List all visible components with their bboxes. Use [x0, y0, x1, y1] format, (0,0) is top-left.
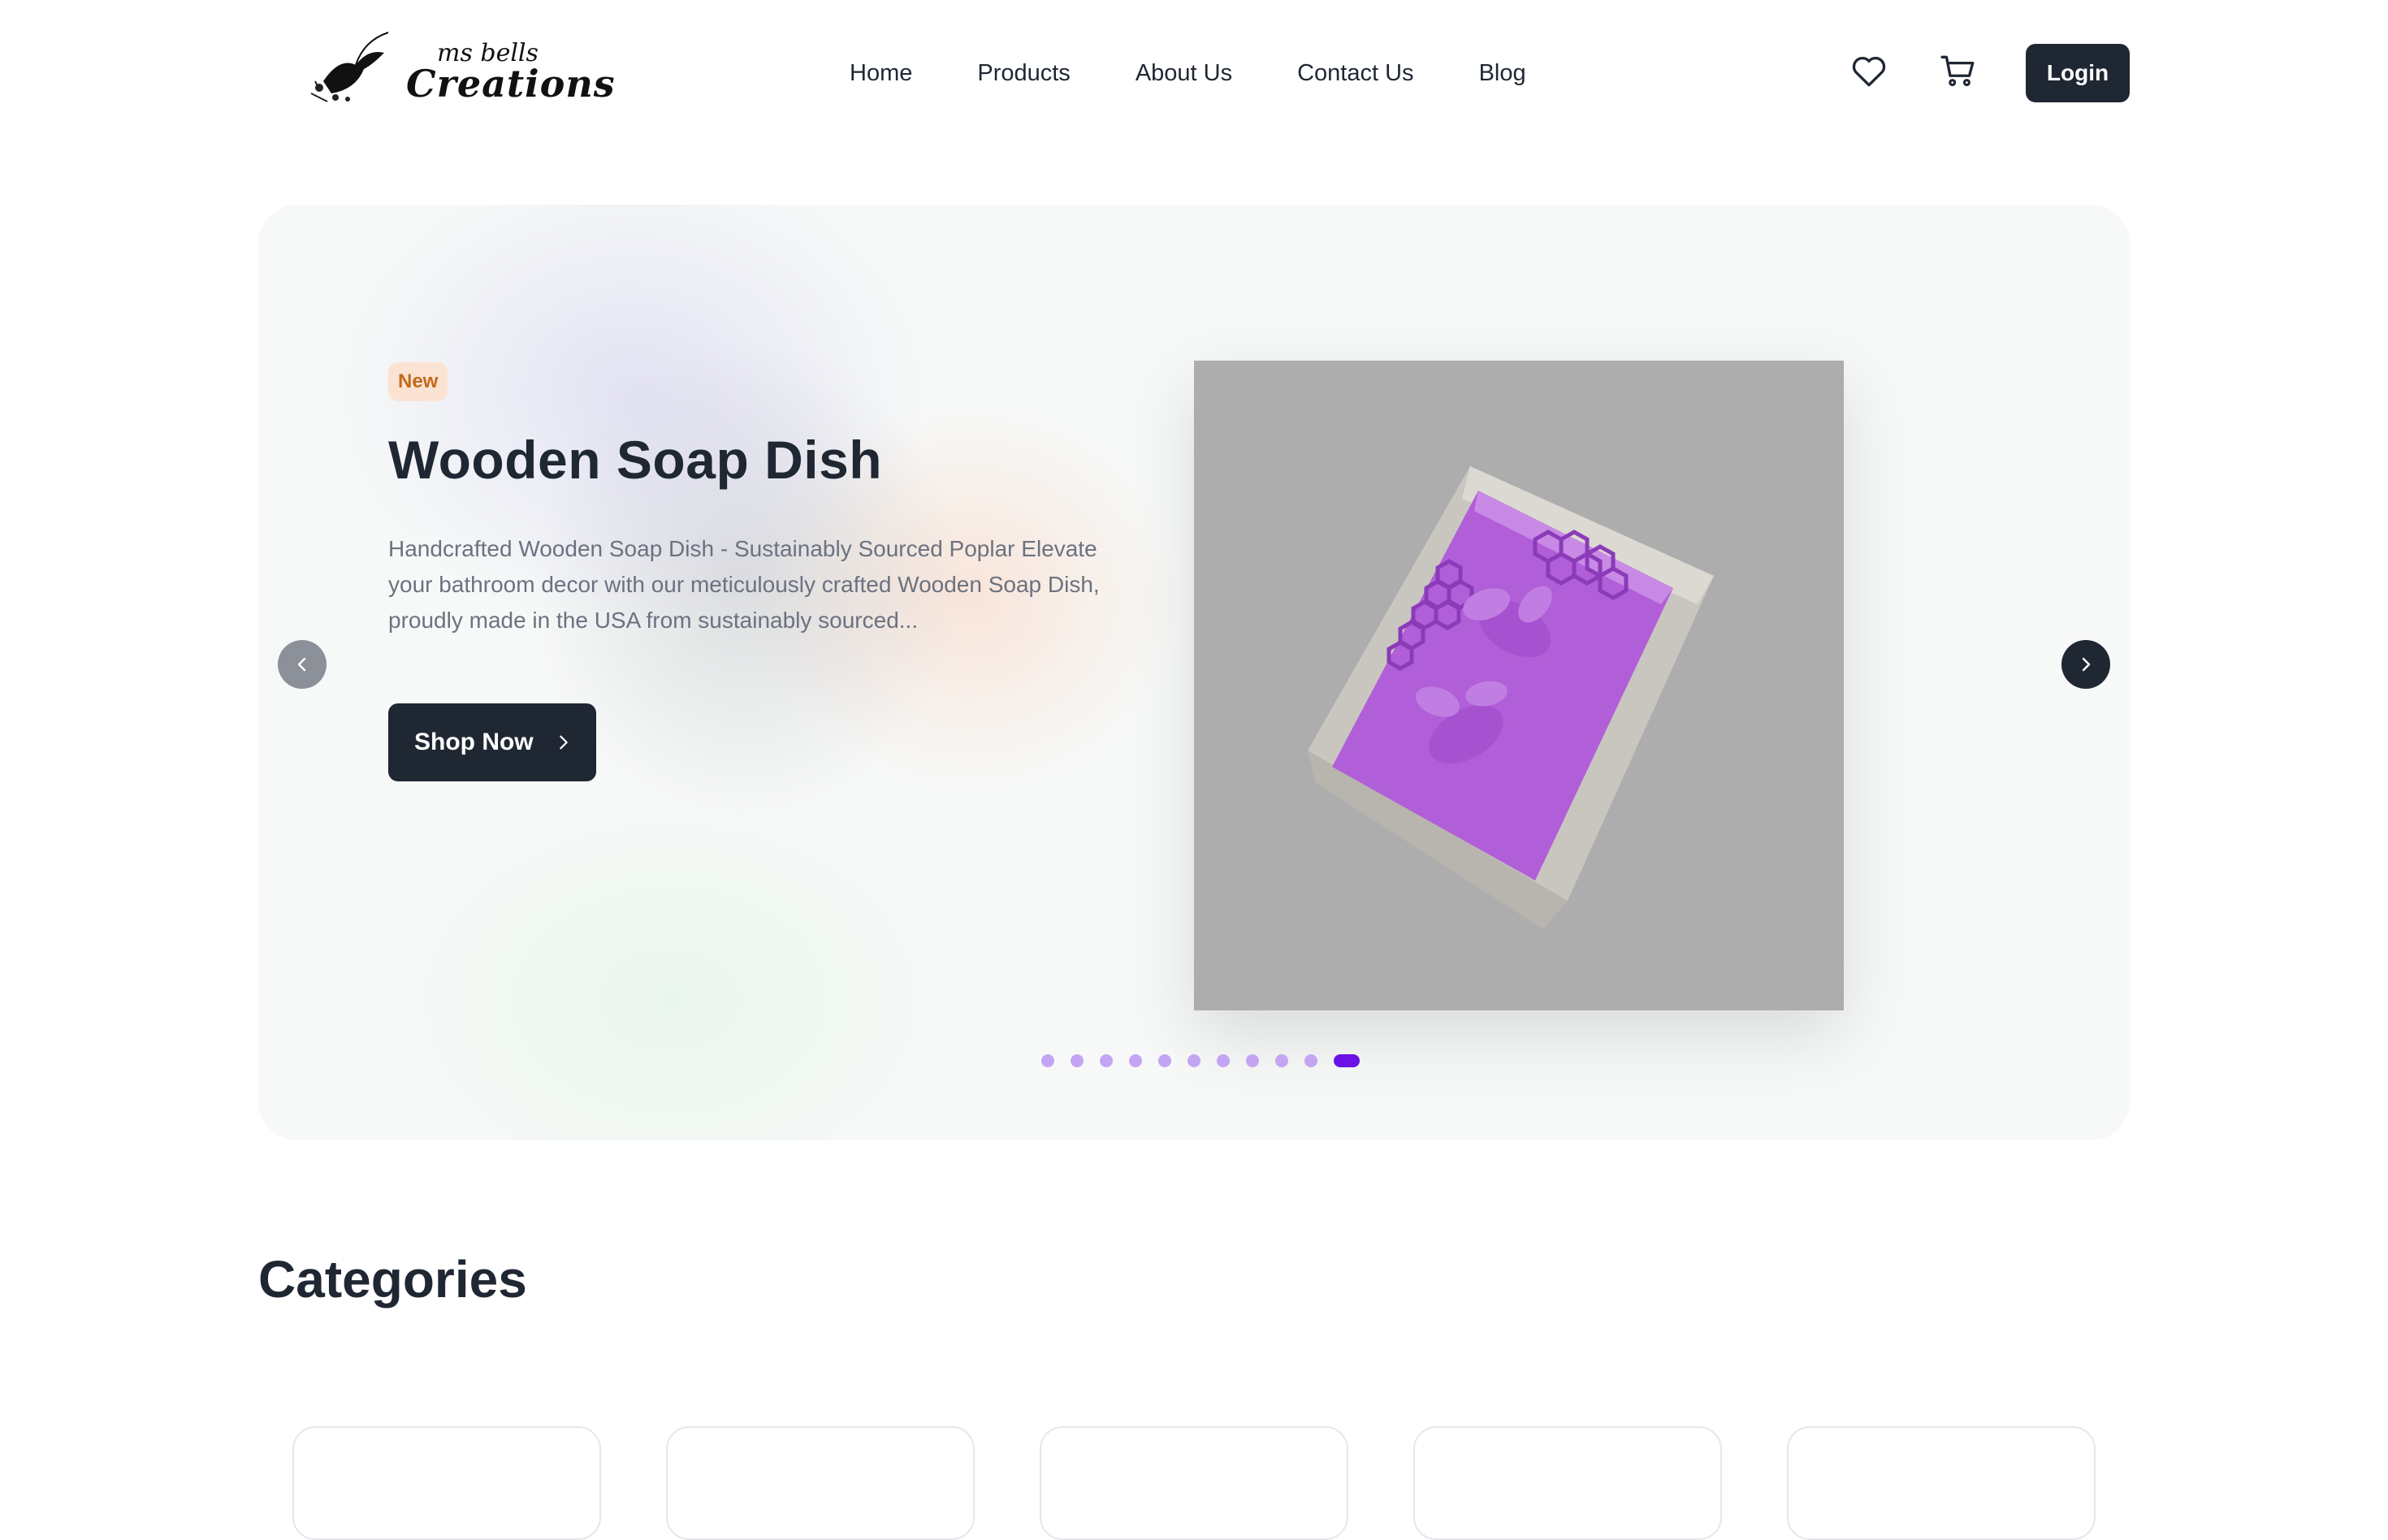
category-card[interactable]: [1787, 1426, 2096, 1540]
nav-home[interactable]: Home: [850, 58, 912, 88]
carousel-pagination: [1041, 1054, 1360, 1067]
main-nav: Home Products About Us Contact Us Blog: [850, 58, 1591, 88]
product-image[interactable]: [1194, 361, 1844, 1010]
carousel-dot-2[interactable]: [1071, 1054, 1084, 1067]
category-card[interactable]: [292, 1426, 601, 1540]
carousel-dot-5[interactable]: [1158, 1054, 1171, 1067]
hummingbird-logo-icon: [310, 32, 389, 102]
carousel-dot-3[interactable]: [1100, 1054, 1113, 1067]
cart-icon[interactable]: [1938, 50, 1979, 91]
site-header: ms bells Creations Home Products About U…: [0, 0, 2388, 146]
logo-title: Creations: [406, 62, 616, 106]
carousel-next-button[interactable]: [2061, 640, 2110, 689]
new-badge: New: [388, 362, 448, 401]
carousel-dot-8[interactable]: [1246, 1054, 1259, 1067]
carousel-dot-1[interactable]: [1041, 1054, 1054, 1067]
hero-title: Wooden Soap Dish: [388, 430, 883, 490]
categories-title: Categories: [258, 1250, 527, 1309]
carousel-dot-10[interactable]: [1304, 1054, 1317, 1067]
carousel-dot-11[interactable]: [1334, 1054, 1360, 1067]
nav-products[interactable]: Products: [977, 58, 1070, 88]
chevron-left-icon: [297, 657, 306, 672]
category-card[interactable]: [1040, 1426, 1348, 1540]
nav-contact-us[interactable]: Contact Us: [1297, 58, 1413, 88]
nav-about-us[interactable]: About Us: [1136, 58, 1232, 88]
carousel-dot-4[interactable]: [1129, 1054, 1142, 1067]
carousel-prev-button[interactable]: [278, 640, 327, 689]
shop-now-label: Shop Now: [414, 729, 534, 755]
soap-dish-image: [1308, 466, 1714, 929]
carousel-dot-6[interactable]: [1188, 1054, 1200, 1067]
category-card[interactable]: [1413, 1426, 1722, 1540]
brand-logo[interactable]: ms bells Creations: [307, 18, 615, 106]
carousel-dot-7[interactable]: [1217, 1054, 1230, 1067]
chevron-right-icon: [2082, 657, 2091, 672]
hero-carousel: New Wooden Soap Dish Handcrafted Wooden …: [258, 205, 2130, 1140]
hero-description: Handcrafted Wooden Soap Dish - Sustainab…: [388, 536, 1100, 633]
heart-icon[interactable]: [1849, 50, 1889, 91]
chevron-right-icon: [559, 735, 568, 750]
shop-now-button[interactable]: Shop Now: [388, 703, 596, 781]
login-button[interactable]: Login: [2026, 44, 2130, 102]
nav-blog[interactable]: Blog: [1479, 58, 1526, 88]
category-card[interactable]: [666, 1426, 975, 1540]
carousel-dot-9[interactable]: [1275, 1054, 1288, 1067]
